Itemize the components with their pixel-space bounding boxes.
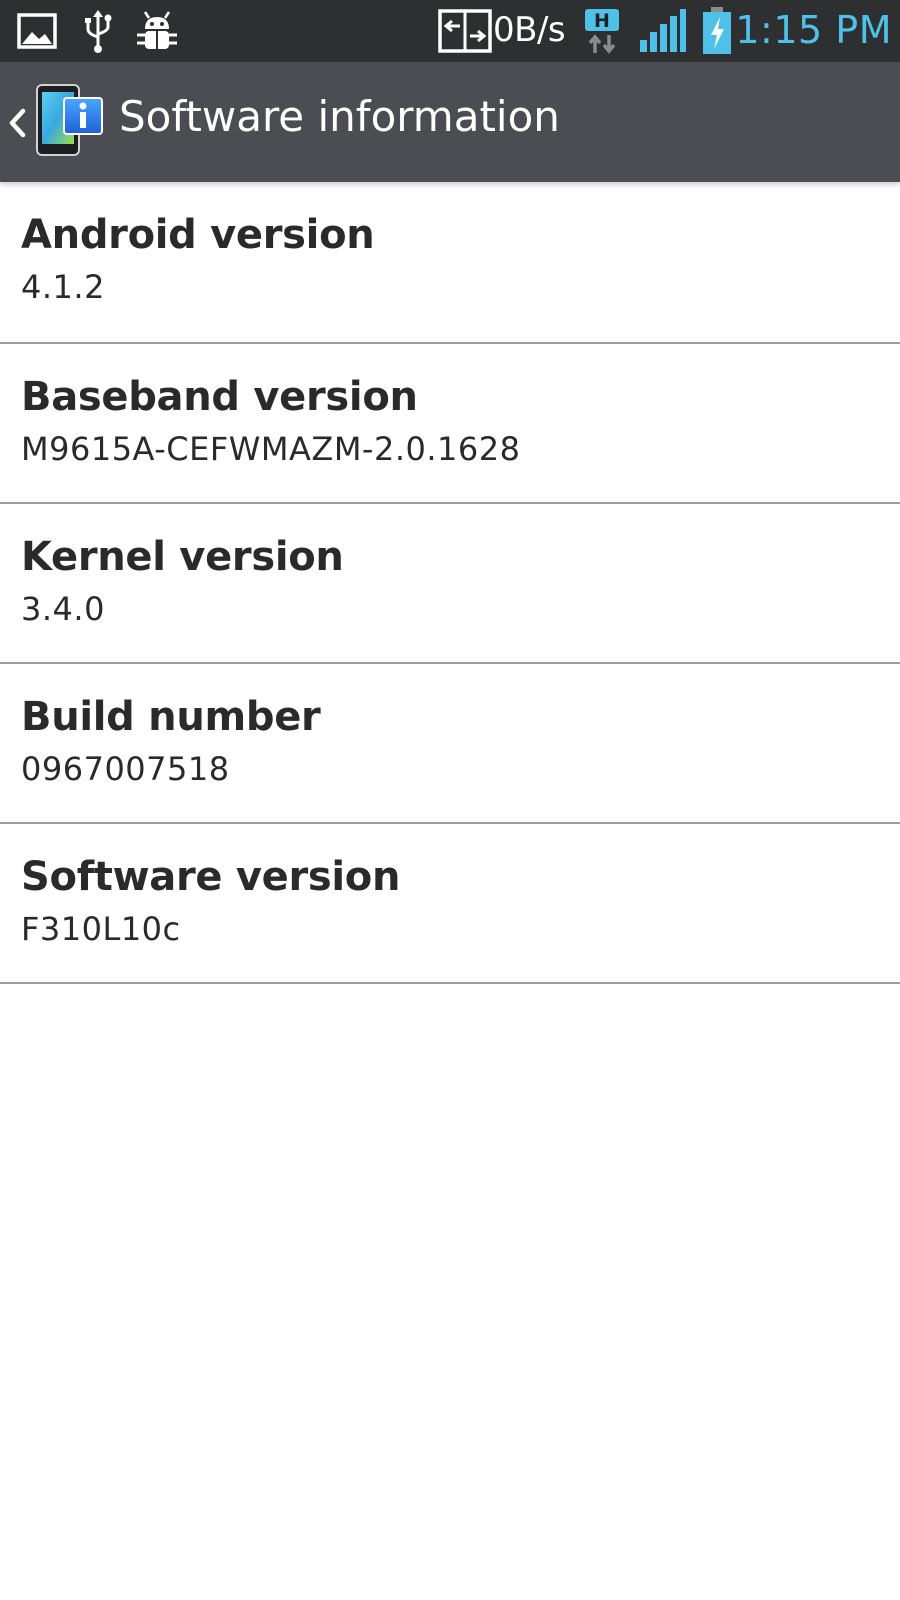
back-button[interactable] [0, 62, 108, 182]
data-transfer-icon [437, 0, 493, 62]
action-bar: Software information [0, 62, 900, 182]
item-title: Kernel version [21, 534, 344, 580]
list-item-android-version[interactable]: Android version 4.1.2 [0, 182, 900, 344]
signal-bars-icon [639, 0, 687, 62]
screen: 0B/s H 1:15 PM Software information Andr… [0, 0, 900, 1600]
clock-time: 1:15 PM [735, 8, 892, 52]
software-info-icon [34, 82, 106, 162]
battery-charging-icon [700, 0, 734, 62]
list-item-build-number[interactable]: Build number 0967007518 [0, 664, 900, 824]
item-value: F310L10c [21, 910, 181, 948]
item-value: 0967007518 [21, 750, 230, 788]
item-title: Baseband version [21, 374, 418, 420]
network-type-label: H [594, 10, 610, 32]
item-value: 4.1.2 [21, 268, 105, 306]
list-item-software-version[interactable]: Software version F310L10c [0, 824, 900, 984]
item-title: Software version [21, 854, 401, 900]
chevron-left-icon [6, 106, 28, 144]
network-type-icon: H [582, 0, 622, 62]
item-value: M9615A-CEFWMAZM-2.0.1628 [21, 430, 521, 468]
item-title: Build number [21, 694, 321, 740]
list-item-baseband-version[interactable]: Baseband version M9615A-CEFWMAZM-2.0.162… [0, 344, 900, 504]
status-bar: 0B/s H 1:15 PM [0, 0, 900, 62]
data-speed: 0B/s [493, 10, 566, 50]
item-title: Android version [21, 212, 375, 258]
picture-icon [14, 0, 60, 62]
software-info-list: Android version 4.1.2 Baseband version M… [0, 182, 900, 984]
usb-icon [78, 0, 118, 62]
list-item-kernel-version[interactable]: Kernel version 3.4.0 [0, 504, 900, 664]
page-title: Software information [119, 92, 560, 141]
item-value: 3.4.0 [21, 590, 105, 628]
debug-icon [134, 0, 180, 62]
